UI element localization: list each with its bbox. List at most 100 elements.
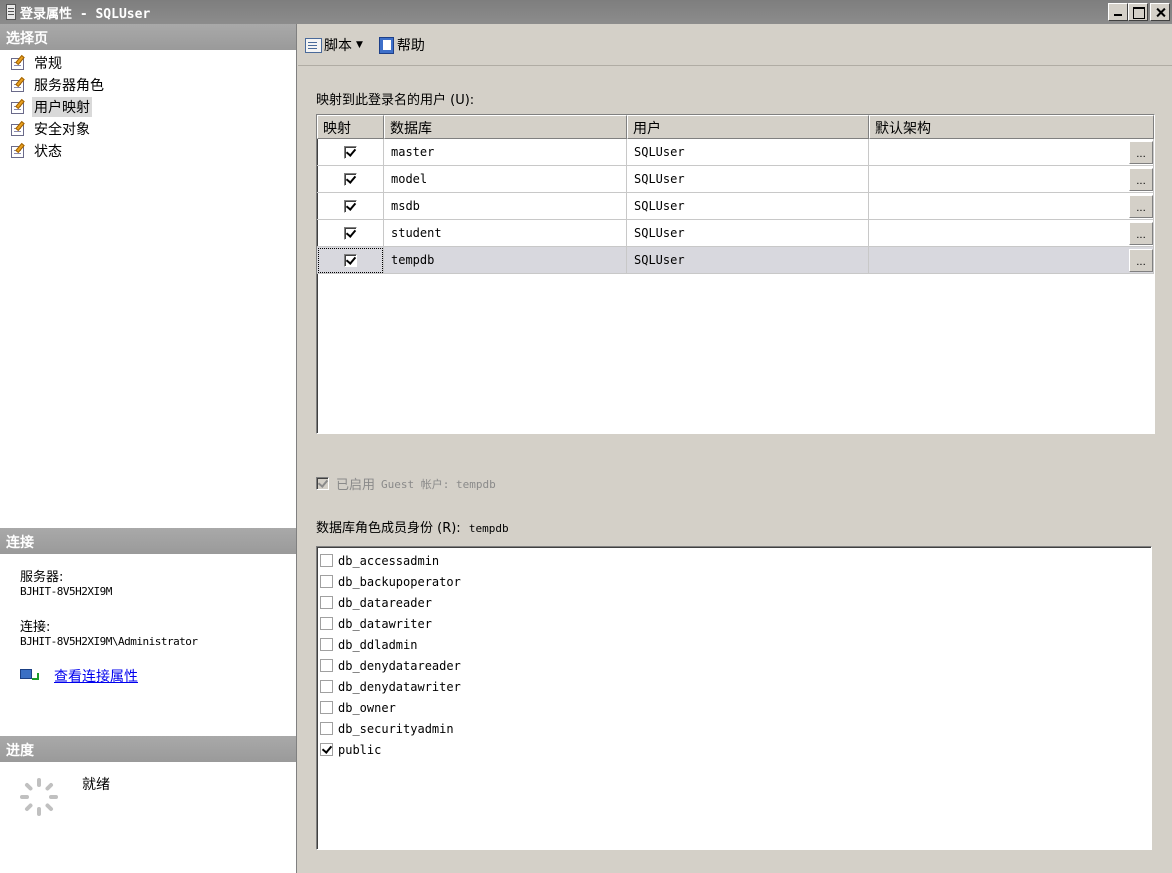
- role-name: db_backupoperator: [338, 574, 461, 589]
- progress-section: 进度 就绪: [0, 736, 296, 862]
- role-checkbox[interactable]: [320, 701, 333, 714]
- page-item-label: 状态: [34, 144, 62, 160]
- list-item[interactable]: db_datawriter: [317, 613, 1151, 634]
- list-item[interactable]: db_accessadmin: [317, 550, 1151, 571]
- list-item[interactable]: db_denydatawriter: [317, 676, 1151, 697]
- role-checkbox[interactable]: [320, 743, 333, 756]
- schema-cell[interactable]: ...: [869, 138, 1154, 166]
- guest-account-row: 已启用 Guest 帐户: tempdb: [316, 474, 496, 493]
- schema-cell[interactable]: ...: [869, 219, 1154, 247]
- mapped-checkbox[interactable]: [343, 253, 357, 267]
- minimize-button[interactable]: [1108, 3, 1128, 21]
- guest-enabled-checkbox: [316, 477, 329, 490]
- user-cell[interactable]: SQLUser: [627, 192, 869, 220]
- role-name: db_denydatareader: [338, 658, 461, 673]
- mapped-checkbox[interactable]: [343, 172, 357, 186]
- role-checkbox[interactable]: [320, 680, 333, 693]
- table-row[interactable]: model SQLUser ...: [317, 165, 1154, 193]
- user-cell[interactable]: SQLUser: [627, 165, 869, 193]
- help-button[interactable]: 帮助: [377, 35, 425, 55]
- progress-header: 进度: [0, 736, 296, 762]
- page-item-securables[interactable]: 安全对象: [0, 118, 296, 140]
- schema-cell[interactable]: ...: [869, 165, 1154, 193]
- page-item-label: 安全对象: [34, 122, 90, 138]
- schema-cell[interactable]: ...: [869, 246, 1154, 274]
- roles-label: 数据库角色成员身份 (R):: [316, 521, 461, 536]
- role-checkbox[interactable]: [320, 554, 333, 567]
- page-item-user-mapping[interactable]: 用户映射: [0, 96, 296, 118]
- table-row[interactable]: master SQLUser ...: [317, 138, 1154, 166]
- connection-value: BJHIT-8V5H2XI9M\Administrator: [20, 635, 198, 648]
- database-cell: student: [384, 219, 627, 247]
- connection-header: 连接: [0, 528, 296, 554]
- list-item[interactable]: db_owner: [317, 697, 1151, 718]
- table-row[interactable]: msdb SQLUser ...: [317, 192, 1154, 220]
- browse-schema-button[interactable]: ...: [1129, 194, 1153, 218]
- toolbar: 脚本 ▼ 帮助: [298, 24, 1172, 66]
- script-label: 脚本: [324, 37, 352, 54]
- list-item[interactable]: db_denydatareader: [317, 655, 1151, 676]
- table-row[interactable]: student SQLUser ...: [317, 219, 1154, 247]
- role-name: db_datawriter: [338, 616, 432, 631]
- role-name: db_owner: [338, 700, 396, 715]
- chevron-down-icon[interactable]: ▼: [356, 40, 363, 50]
- page-item-label: 常规: [34, 56, 62, 72]
- list-item[interactable]: db_backupoperator: [317, 571, 1151, 592]
- role-name: public: [338, 742, 382, 757]
- browse-schema-button[interactable]: ...: [1129, 140, 1153, 164]
- role-checkbox[interactable]: [320, 575, 333, 588]
- progress-status: 就绪: [82, 777, 110, 793]
- mapped-checkbox[interactable]: [343, 226, 357, 240]
- role-checkbox[interactable]: [320, 638, 333, 651]
- roles-label-row: 数据库角色成员身份 (R): tempdb: [316, 517, 509, 536]
- roles-database: tempdb: [468, 522, 509, 535]
- role-checkbox[interactable]: [320, 617, 333, 630]
- column-header-database[interactable]: 数据库: [384, 115, 627, 139]
- view-connection-properties-link[interactable]: 查看连接属性: [54, 666, 138, 686]
- role-checkbox[interactable]: [320, 659, 333, 672]
- role-membership-list[interactable]: db_accessadmin db_backupoperator db_data…: [316, 546, 1152, 850]
- page-icon: [10, 54, 28, 71]
- connection-properties-icon: [20, 667, 40, 685]
- list-item[interactable]: db_ddladmin: [317, 634, 1151, 655]
- server-label: 服务器:: [20, 570, 64, 585]
- close-button[interactable]: [1150, 3, 1170, 21]
- user-cell[interactable]: SQLUser: [627, 219, 869, 247]
- guest-enabled-label: 已启用: [336, 478, 376, 493]
- list-item[interactable]: db_datareader: [317, 592, 1151, 613]
- user-mapping-grid[interactable]: 映射 数据库 用户 默认架构 master SQLUser ... model …: [316, 114, 1155, 434]
- role-checkbox[interactable]: [320, 722, 333, 735]
- column-header-mapped[interactable]: 映射: [317, 115, 384, 139]
- user-cell[interactable]: SQLUser: [627, 246, 869, 274]
- help-icon: [377, 36, 395, 54]
- table-row-selected[interactable]: tempdb SQLUser ...: [317, 246, 1154, 274]
- page-icon: [10, 98, 28, 115]
- database-cell: master: [384, 138, 627, 166]
- page-item-status[interactable]: 状态: [0, 140, 296, 162]
- connection-label: 连接:: [20, 620, 51, 635]
- mapped-checkbox[interactable]: [343, 145, 357, 159]
- list-item[interactable]: public: [317, 739, 1151, 760]
- mapped-checkbox[interactable]: [343, 199, 357, 213]
- maximize-button[interactable]: [1128, 3, 1148, 21]
- page-item-server-roles[interactable]: 服务器角色: [0, 74, 296, 96]
- browse-schema-button[interactable]: ...: [1129, 221, 1153, 245]
- browse-schema-button[interactable]: ...: [1129, 167, 1153, 191]
- user-cell[interactable]: SQLUser: [627, 138, 869, 166]
- column-header-user[interactable]: 用户: [627, 115, 869, 139]
- page-list: 常规 服务器角色 用户映射 安全对象 状态: [0, 50, 296, 162]
- database-cell: msdb: [384, 192, 627, 220]
- column-header-default-schema[interactable]: 默认架构: [869, 115, 1154, 139]
- role-name: db_datareader: [338, 595, 432, 610]
- role-name: db_securityadmin: [338, 721, 454, 736]
- page-item-general[interactable]: 常规: [0, 52, 296, 74]
- script-button[interactable]: 脚本 ▼: [304, 35, 369, 55]
- guest-account-detail: Guest 帐户: tempdb: [381, 477, 496, 491]
- browse-schema-button[interactable]: ...: [1129, 248, 1153, 272]
- script-icon: [304, 36, 322, 54]
- list-item[interactable]: db_securityadmin: [317, 718, 1151, 739]
- right-panel: 脚本 ▼ 帮助 映射到此登录名的用户 (U): 映射 数据库 用户 默认架构 m…: [298, 24, 1172, 873]
- role-checkbox[interactable]: [320, 596, 333, 609]
- title-bar: 登录属性 - SQLUser: [0, 0, 1172, 24]
- schema-cell[interactable]: ...: [869, 192, 1154, 220]
